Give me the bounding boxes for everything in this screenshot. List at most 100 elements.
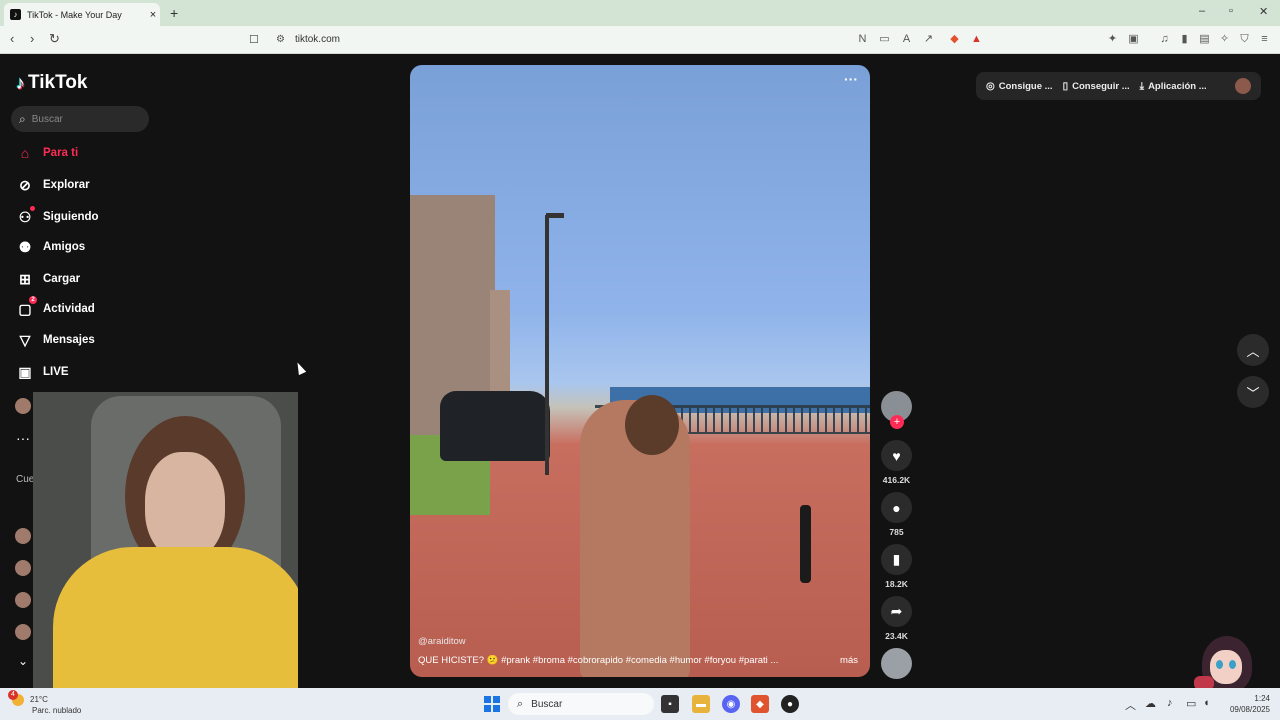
maximize-icon[interactable]: ▫ — [1229, 5, 1233, 17]
video-scene — [625, 395, 679, 455]
video-username[interactable]: @araiditow — [418, 636, 466, 647]
window-close-icon[interactable]: ✕ — [1259, 5, 1268, 18]
sidebar-item-actividad[interactable]: ▢ 2 Actividad — [16, 296, 95, 318]
tray-chevron-icon[interactable]: ︿ — [1125, 697, 1136, 713]
bookmark-icon[interactable]: ▮ — [881, 544, 912, 575]
sidebar-item-explorar[interactable]: ⊘ Explorar — [16, 176, 90, 194]
weather-sun-icon: 4 — [8, 690, 24, 706]
weather-desc: Parc. nublado — [32, 706, 82, 715]
video-more-options-icon[interactable]: ··· — [844, 71, 858, 87]
task-view-icon[interactable]: ▪ — [661, 695, 679, 713]
obs-icon[interactable]: ● — [781, 695, 799, 713]
taskbar-clock[interactable]: 1:24 09/08/2025 — [1222, 693, 1270, 715]
minimize-icon[interactable]: – — [1199, 5, 1205, 17]
sidebar-item-para-ti[interactable]: ⌂ Para ti — [16, 144, 78, 162]
volume-icon[interactable]: ◖ — [1203, 697, 1210, 709]
share-arrow-icon[interactable]: ➦ — [881, 596, 912, 627]
avatar[interactable] — [15, 398, 31, 414]
activity-badge: 2 — [29, 296, 37, 304]
menu-icon[interactable]: ≡ — [1258, 33, 1271, 46]
screenshot-icon[interactable]: ▣ — [1127, 33, 1140, 46]
brave-rewards-icon[interactable]: ▲ — [970, 33, 983, 46]
sidebar-icon[interactable]: ▮ — [1178, 33, 1191, 46]
start-button[interactable] — [484, 696, 500, 712]
sidebar-item-label: Para ti — [43, 147, 79, 159]
avatar[interactable] — [15, 528, 31, 544]
caption-more-link[interactable]: más — [840, 655, 858, 666]
weather-badge: 4 — [8, 690, 18, 700]
avatar[interactable] — [15, 592, 31, 608]
sidebar-item-amigos[interactable]: ⚉ Amigos — [16, 238, 85, 256]
cast-icon[interactable]: ▭ — [878, 33, 891, 46]
chevron-down-icon[interactable]: ⌄ — [18, 654, 28, 668]
media-icon[interactable]: ♫ — [1158, 33, 1171, 46]
download-app-button[interactable]: ⤓ Aplicación ... — [1140, 81, 1207, 92]
browser-tab[interactable]: ♪ TikTok - Make Your Day × — [4, 3, 160, 26]
leo-ai-icon[interactable]: ✧ — [1218, 33, 1231, 46]
tab-title: TikTok - Make Your Day — [27, 9, 122, 20]
site-settings-icon[interactable]: ⚙ — [276, 34, 285, 45]
brave-shield-icon[interactable]: ◆ — [948, 33, 961, 46]
cloud-icon[interactable]: ☁ — [1145, 697, 1156, 710]
heart-icon[interactable]: ♥ — [881, 440, 912, 471]
avatar[interactable] — [15, 560, 31, 576]
video-scene — [546, 213, 564, 218]
url-text: tiktok.com — [294, 34, 340, 45]
get-app-label: Conseguir ... — [1072, 80, 1130, 92]
back-icon[interactable]: ‹ — [10, 31, 14, 46]
sidebar-item-cargar[interactable]: ⊞ Cargar — [16, 270, 80, 288]
search-input[interactable]: ⌕ Buscar — [11, 106, 149, 132]
reload-icon[interactable]: ↻ — [49, 31, 60, 47]
vpn-icon[interactable]: ⛉ — [1238, 33, 1251, 46]
video-player[interactable]: ··· @araiditow QUE HICISTE? 😕 #prank #br… — [410, 65, 870, 677]
sticker-shape — [1210, 650, 1242, 684]
follow-plus-icon[interactable]: + — [890, 415, 904, 429]
get-app-button[interactable]: ▯ Conseguir ... — [1063, 81, 1130, 92]
like-action[interactable]: ♥ 416.2K — [881, 440, 912, 485]
next-video-button[interactable]: ﹀ — [1237, 376, 1269, 408]
phone-icon: ▯ — [1062, 80, 1069, 92]
webcam-overlay — [33, 392, 298, 696]
home-icon: ⌂ — [20, 145, 30, 161]
network-icon[interactable]: ▭ — [1186, 697, 1196, 710]
coin-icon: ◎ — [986, 80, 995, 92]
bookmark-icon[interactable]: ☐ — [249, 33, 259, 46]
sidebar-item-label: Mensajes — [43, 334, 95, 346]
file-explorer-icon[interactable]: ▬ — [692, 695, 710, 713]
discord-icon[interactable]: ◉ — [722, 695, 740, 713]
sidebar-item-siguiendo[interactable]: ⚇ Siguiendo — [16, 206, 99, 226]
activity-icon: ▢ 2 — [16, 296, 37, 318]
extensions-icon[interactable]: ✦ — [1106, 33, 1119, 46]
previous-video-button[interactable]: ︿ — [1237, 334, 1269, 366]
sticker-shape — [1216, 660, 1223, 669]
reader-icon[interactable]: N — [856, 33, 869, 46]
share-icon[interactable]: ↗ — [922, 33, 935, 46]
microphone-icon[interactable]: ♪ — [1167, 697, 1173, 709]
new-tab-button[interactable]: + — [170, 5, 178, 21]
tiktok-logo[interactable]: ♪ TikTok — [16, 72, 87, 94]
forward-icon[interactable]: › — [30, 31, 34, 46]
brave-browser-icon[interactable]: ◆ — [751, 695, 769, 713]
taskbar-search[interactable]: ⌕ Buscar — [508, 693, 654, 715]
tiktok-note-icon: ♪ — [16, 72, 25, 93]
comment-action[interactable]: ● 785 — [881, 492, 912, 537]
top-actions-bar: ◎ Consigue ... ▯ Conseguir ... ⤓ Aplicac… — [976, 72, 1261, 100]
video-caption: QUE HICISTE? 😕 #prank #broma #cobrorapid… — [418, 655, 779, 666]
weather-widget[interactable]: 4 21°C Parc. nublado — [8, 690, 82, 716]
sound-avatar[interactable] — [881, 648, 912, 679]
comment-count: 785 — [889, 527, 904, 537]
save-action[interactable]: ▮ 18.2K — [881, 544, 912, 589]
like-count: 416.2K — [882, 475, 911, 485]
avatar[interactable] — [15, 624, 31, 640]
profile-avatar[interactable] — [1235, 78, 1251, 94]
wallet-icon[interactable]: ▤ — [1198, 33, 1211, 46]
comment-icon[interactable]: ● — [881, 492, 912, 523]
translate-icon[interactable]: A — [900, 33, 913, 46]
get-coins-button[interactable]: ◎ Consigue ... — [986, 81, 1053, 92]
more-icon[interactable]: ··· — [16, 430, 30, 446]
share-action[interactable]: ➦ 23.4K — [881, 596, 912, 641]
weather-temp: 21°C — [30, 695, 48, 704]
sidebar-item-live[interactable]: ▣ LIVE — [16, 363, 68, 381]
sidebar-item-mensajes[interactable]: ▽ Mensajes — [16, 331, 95, 349]
tab-close-icon[interactable]: × — [146, 9, 160, 21]
